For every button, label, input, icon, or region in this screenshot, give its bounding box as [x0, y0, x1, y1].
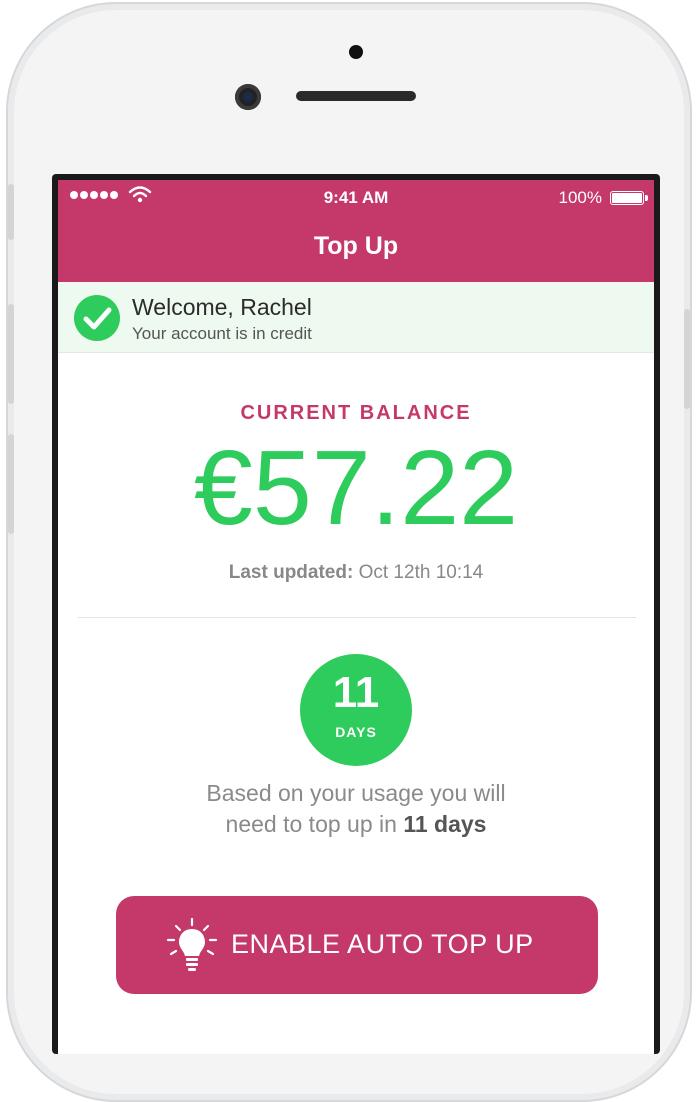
usage-line-1: Based on your usage you will: [206, 780, 506, 806]
welcome-subtitle: Your account is in credit: [132, 324, 312, 343]
enable-auto-top-up-label: ENABLE AUTO TOP UP: [231, 929, 534, 959]
enable-auto-top-up-button[interactable]: ENABLE AUTO TOP UP: [116, 896, 598, 994]
balance-amount: €57.22: [193, 429, 519, 547]
app-header: 9:41 AM 100% Top Up: [58, 180, 654, 282]
check-icon: [74, 295, 120, 341]
lightbulb-icon: [166, 917, 218, 971]
days-number: 11: [332, 668, 380, 717]
days-label: DAYS: [335, 724, 377, 740]
app-screen: 9:41 AM 100% Top Up Welcome, Rachel Your…: [58, 180, 654, 1054]
screen: 9:41 AM 100% Top Up Welcome, Rachel Your…: [52, 174, 660, 1054]
proximity-sensor: [349, 45, 363, 59]
days-badge: 11 DAYS: [300, 654, 412, 766]
last-updated: Last updated: Oct 12th 10:14: [58, 562, 654, 584]
mute-switch: [8, 184, 14, 240]
front-camera: [235, 84, 261, 110]
power-button: [684, 309, 690, 409]
usage-days-bold: 11 days: [403, 811, 487, 837]
volume-down-button: [8, 434, 14, 534]
usage-line-2: need to top up in 11 days: [58, 809, 654, 840]
earpiece-speaker: [296, 91, 416, 101]
volume-up-button: [8, 304, 14, 404]
usage-line-2-text: need to top up in: [225, 811, 404, 837]
welcome-banner: Welcome, Rachel Your account is in credi…: [58, 282, 654, 353]
last-updated-value: Oct 12th 10:14: [358, 562, 484, 583]
balance-label: CURRENT BALANCE: [240, 402, 472, 424]
battery-percent: 100%: [558, 188, 602, 207]
last-updated-label: Last updated:: [228, 562, 354, 583]
battery-icon: [610, 191, 644, 205]
usage-message: Based on your usage you will need to top…: [58, 778, 654, 840]
page-title: Top Up: [313, 232, 399, 260]
welcome-title: Welcome, Rachel: [132, 294, 312, 320]
phone-frame: 9:41 AM 100% Top Up Welcome, Rachel Your…: [6, 2, 692, 1102]
divider: [78, 617, 636, 618]
battery-tip: [645, 195, 648, 201]
status-bar: 9:41 AM 100%: [58, 180, 654, 214]
